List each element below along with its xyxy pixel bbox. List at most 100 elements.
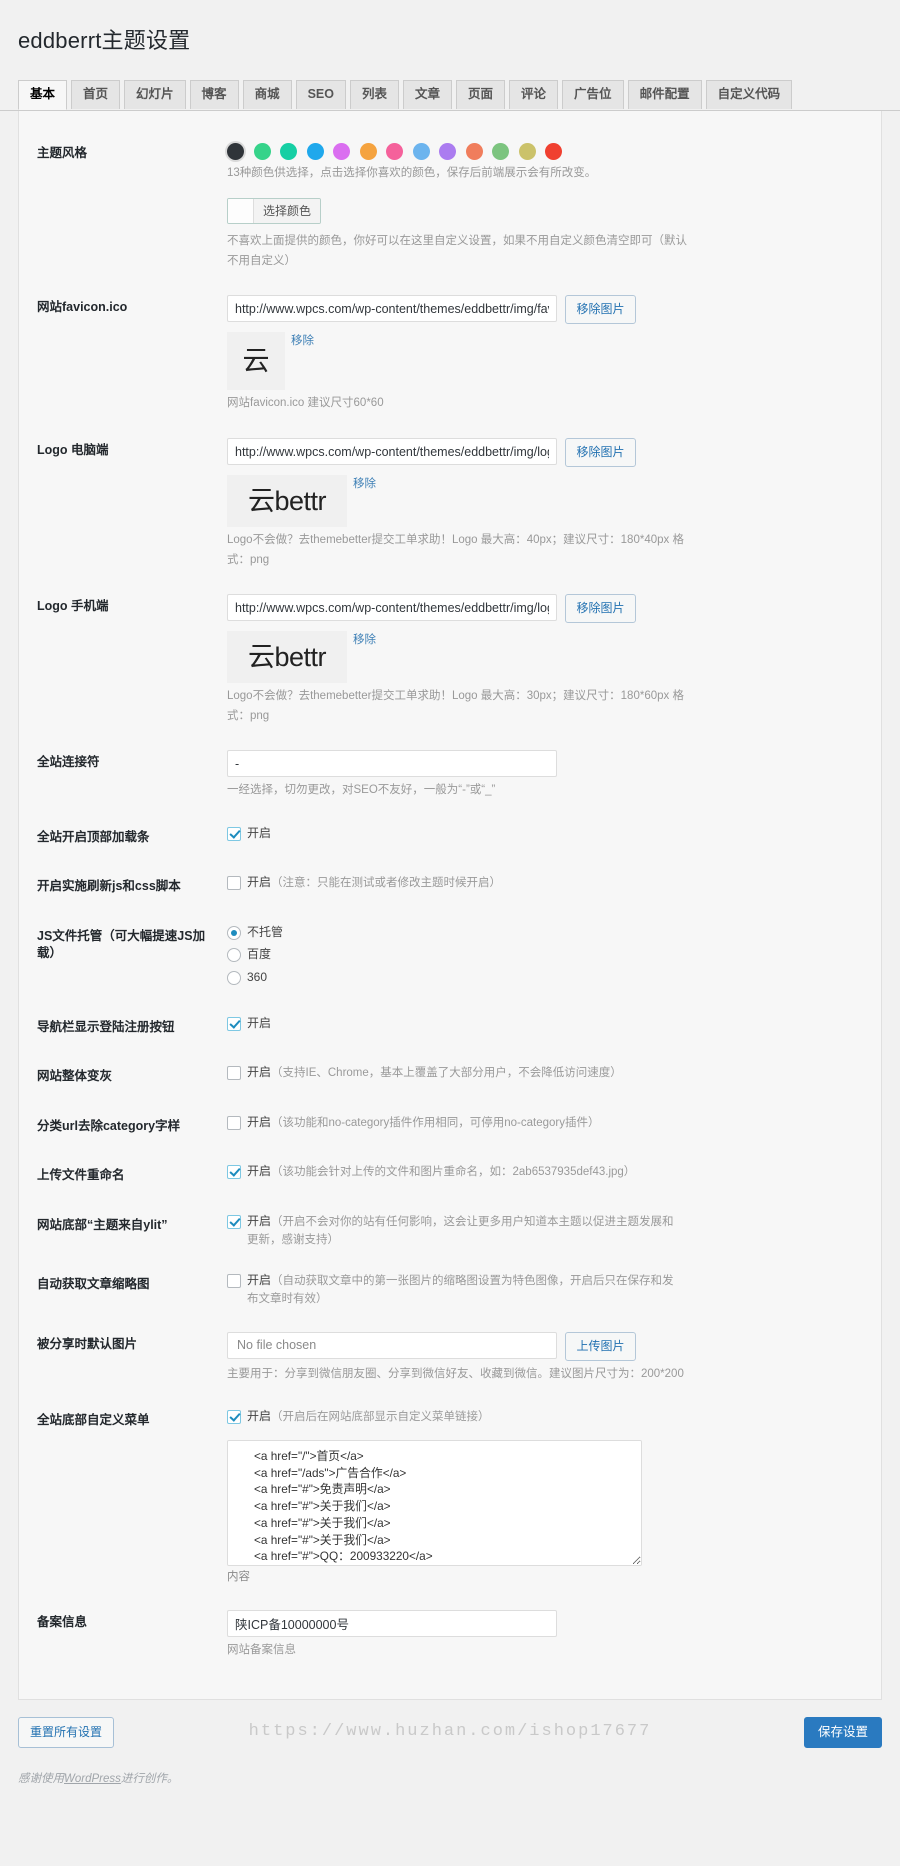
- label-upload-rename: 上传文件重命名: [37, 1168, 125, 1183]
- color-swatch-green[interactable]: [253, 143, 271, 161]
- favicon-remove-image-button[interactable]: 移除图片: [565, 295, 636, 325]
- color-preview-swatch: [228, 198, 254, 223]
- tab-5[interactable]: SEO: [295, 80, 346, 109]
- js-host-option-2[interactable]: 360: [227, 969, 863, 986]
- logo-pc-url-input[interactable]: [227, 438, 557, 465]
- topbar-checkbox[interactable]: [227, 826, 241, 841]
- logo-mobile-url-input[interactable]: [227, 594, 557, 622]
- label-favicon: 网站favicon.ico: [37, 300, 128, 315]
- field-upload-rename: 开启（该功能会针对上传的文件和图片重命名，如：2ab6537935def43.j…: [227, 1151, 881, 1201]
- nav-login-checkbox-label: 开启: [247, 1015, 272, 1030]
- beian-input[interactable]: [227, 1610, 557, 1638]
- field-refresh-js: 开启（注意：只能在测试或者修改主题时候开启）: [227, 862, 881, 912]
- connector-input[interactable]: [227, 750, 557, 778]
- favicon-remove-link[interactable]: 移除: [291, 332, 314, 350]
- logo-pc-remove-image-button[interactable]: 移除图片: [565, 438, 636, 467]
- row-share-image: 被分享时默认图片 No file chosen 上传图片 主要用于：分享到微信朋…: [19, 1320, 881, 1397]
- js-host-radio-label-0: 不托管: [247, 924, 284, 939]
- tab-6[interactable]: 列表: [349, 80, 399, 109]
- tab-9[interactable]: 评论: [509, 80, 559, 109]
- js-host-radio-0[interactable]: [227, 925, 241, 940]
- field-footer-menu: 开启（开启后在网站底部显示自定义菜单链接） 内容: [227, 1396, 881, 1598]
- save-settings-button[interactable]: 保存设置: [803, 1716, 882, 1749]
- row-favicon: 网站favicon.ico 移除图片 云 移除 网站favicon.ico 建议…: [19, 283, 881, 426]
- color-swatch-list: [227, 143, 863, 161]
- tab-4[interactable]: 商城: [242, 80, 292, 109]
- tab-8[interactable]: 页面: [456, 80, 506, 109]
- color-swatch-lightgreen[interactable]: [492, 143, 509, 161]
- nav-login-checkbox[interactable]: [227, 1016, 241, 1031]
- refresh-js-checkbox[interactable]: [227, 876, 241, 891]
- row-footer-menu: 全站底部自定义菜单 开启（开启后在网站底部显示自定义菜单链接） 内容: [19, 1396, 881, 1598]
- footer-credit-note: （开启不会对你的站有任何影响，这会让更多用户知道本主题以促进主题发展和更新，感谢…: [247, 1215, 674, 1246]
- refresh-js-checkbox-label: 开启: [247, 875, 272, 890]
- color-swatch-blue[interactable]: [306, 143, 324, 161]
- tab-3[interactable]: 博客: [189, 80, 239, 109]
- color-swatch-pink[interactable]: [386, 143, 403, 161]
- field-topbar: 开启: [227, 813, 881, 863]
- tab-2[interactable]: 幻灯片: [124, 80, 186, 109]
- tab-12[interactable]: 自定义代码: [705, 80, 793, 109]
- reset-all-settings-button[interactable]: 重置所有设置: [18, 1717, 115, 1749]
- label-theme-style: 主题风格: [37, 146, 88, 161]
- color-swatch-salmon[interactable]: [465, 143, 483, 161]
- footer-credit-checkbox[interactable]: [227, 1214, 241, 1229]
- color-swatch-lightblue[interactable]: [412, 143, 430, 161]
- js-host-option-0[interactable]: 不托管: [227, 924, 863, 941]
- color-swatch-teal[interactable]: [280, 143, 297, 161]
- logo-mobile-thumb-text: 云bettr: [247, 641, 327, 672]
- share-image-file-placeholder: No file chosen: [237, 1337, 317, 1352]
- footer-menu-checkbox[interactable]: [227, 1410, 241, 1425]
- field-logo-pc: 移除图片 云bettr 移除 Logo不会做？去themebetter提交工单求…: [227, 426, 881, 582]
- favicon-desc: 网站favicon.ico 建议尺寸60*60: [227, 397, 384, 410]
- js-host-radio-1[interactable]: [227, 948, 241, 963]
- js-host-radio-2[interactable]: [227, 970, 241, 985]
- color-swatch-dark[interactable]: [227, 143, 244, 161]
- row-theme-style: 主题风格 13种颜色供选择，点击选择你喜欢的颜色，保存后前端展示会有所改变。 选…: [19, 129, 881, 283]
- label-nav-login: 导航栏显示登陆注册按钮: [37, 1019, 175, 1034]
- field-auto-thumb: 开启（自动获取文章中的第一张图片的缩略图设置为特色图像，开启后只在保存和发布文章…: [227, 1260, 881, 1319]
- auto-thumb-checkbox[interactable]: [227, 1274, 241, 1289]
- logo-pc-thumb-wrap: 云bettr 移除: [227, 475, 863, 527]
- js-host-radio-label-2: 360: [247, 969, 268, 984]
- logo-mobile-desc: Logo不会做？去themebetter提交工单求助！Logo 最大高：30px…: [227, 690, 684, 722]
- tab-10[interactable]: 广告位: [562, 80, 624, 109]
- row-upload-rename: 上传文件重命名 开启（该功能会针对上传的文件和图片重命名，如：2ab653793…: [19, 1151, 881, 1201]
- tab-1[interactable]: 首页: [71, 80, 121, 109]
- tab-11[interactable]: 邮件配置: [627, 80, 702, 109]
- color-picker-desc: 不喜欢上面提供的颜色，你好可以在这里自定义设置，如果不用自定义颜色清空即可（默认…: [227, 235, 687, 267]
- label-auto-thumb: 自动获取文章缩略图: [37, 1277, 150, 1292]
- upload-rename-checkbox[interactable]: [227, 1165, 241, 1180]
- gray-site-checkbox[interactable]: [227, 1066, 241, 1081]
- footer-menu-textarea-desc: 内容: [227, 1570, 250, 1583]
- row-footer-credit: 网站底部“主题来自ylit” 开启（开启不会对你的站有任何影响，这会让更多用户知…: [19, 1201, 881, 1260]
- tab-7[interactable]: 文章: [403, 80, 453, 109]
- tab-bar: 基本 首页 幻灯片 博客 商城 SEO 列表 文章 页面 评论 广告位 邮件配置 自定义代码: [0, 80, 900, 112]
- color-picker-button[interactable]: 选择颜色: [227, 197, 322, 224]
- color-swatch-magenta[interactable]: [333, 143, 350, 161]
- color-swatch-orange[interactable]: [359, 143, 377, 161]
- field-footer-credit: 开启（开启不会对你的站有任何影响，这会让更多用户知道本主题以促进主题发展和更新，…: [227, 1201, 881, 1260]
- color-swatch-purple[interactable]: [439, 143, 456, 161]
- js-host-option-1[interactable]: 百度: [227, 946, 863, 963]
- color-swatch-khaki[interactable]: [518, 143, 536, 161]
- favicon-url-input[interactable]: [227, 295, 557, 323]
- topbar-checkbox-label: 开启: [247, 825, 272, 840]
- logo-mobile-remove-image-button[interactable]: 移除图片: [565, 594, 636, 624]
- logo-pc-remove-link[interactable]: 移除: [353, 475, 376, 493]
- category-url-checkbox[interactable]: [227, 1115, 241, 1130]
- tab-0[interactable]: 基本: [18, 80, 68, 110]
- field-connector: 一经选择，切勿更改，对SEO不友好，一般为“-”或“_”: [227, 738, 881, 813]
- share-image-file-input[interactable]: No file chosen: [227, 1331, 557, 1359]
- label-connector: 全站连接符: [37, 755, 100, 770]
- footer-menu-textarea[interactable]: [227, 1439, 642, 1566]
- page-title: eddberrt主题设置: [18, 27, 191, 53]
- field-category-url: 开启（该功能和no-category插件作用相同，可停用no-category插…: [227, 1102, 881, 1152]
- label-js-host: JS文件托管（可大幅提速JS加载）: [37, 928, 206, 961]
- color-swatch-red[interactable]: [545, 143, 562, 161]
- wordpress-link[interactable]: WordPress: [64, 1773, 121, 1785]
- settings-panel: 主题风格 13种颜色供选择，点击选择你喜欢的颜色，保存后前端展示会有所改变。 选…: [18, 111, 882, 1700]
- share-image-upload-button[interactable]: 上传图片: [565, 1331, 636, 1361]
- row-connector: 全站连接符 一经选择，切勿更改，对SEO不友好，一般为“-”或“_”: [19, 738, 881, 813]
- logo-mobile-remove-link[interactable]: 移除: [353, 631, 376, 649]
